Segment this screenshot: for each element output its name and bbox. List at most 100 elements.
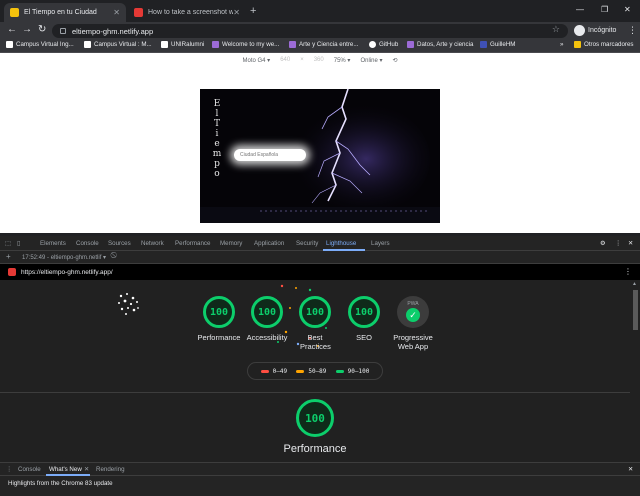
browser-menu-icon[interactable]: ⋮: [628, 25, 637, 36]
city-input[interactable]: [234, 149, 306, 161]
reload-icon[interactable]: ↻: [38, 24, 46, 35]
bookmark-label: Campus Virtual : M...: [94, 41, 152, 48]
folder-icon: [574, 41, 581, 48]
lighthouse-icon: [8, 268, 16, 276]
tab-close-icon[interactable]: ✕: [113, 8, 120, 17]
throttle-select[interactable]: Online ▾: [360, 57, 382, 64]
new-report-icon[interactable]: +: [6, 252, 11, 261]
drawer-tab-close-icon[interactable]: ✕: [84, 466, 89, 473]
bookmark-label: Welcome to my we...: [222, 41, 280, 48]
bookmarks-overflow-button[interactable]: »: [560, 41, 563, 48]
incognito-icon: [574, 25, 585, 36]
report-url[interactable]: https://eltiempo-ghm.netlify.app/: [21, 269, 113, 276]
browser-toolbar: ← → ↻ eltiempo-ghm.netlify.app ☆ Incógni…: [0, 22, 640, 40]
seo-score-gauge[interactable]: 100: [348, 296, 380, 328]
device-select[interactable]: Moto G4 ▾: [242, 57, 270, 64]
performance-score-gauge[interactable]: 100: [203, 296, 235, 328]
bookmark-item[interactable]: Campus Virtual Ing...: [6, 41, 74, 48]
bookmark-label: Arte y Ciencia entre...: [299, 41, 359, 48]
zoom-select[interactable]: 75% ▾: [334, 57, 351, 64]
performance-section-gauge: 100: [296, 399, 334, 437]
drawer-menu-icon[interactable]: ⋮: [6, 466, 12, 473]
bookmark-item[interactable]: Datos, Arte y ciencia: [407, 41, 473, 48]
site-preview: El Tiempo: [200, 89, 440, 223]
device-width[interactable]: 640: [280, 57, 290, 63]
tab-performance[interactable]: Performance: [175, 240, 210, 247]
address-bar[interactable]: eltiempo-ghm.netlify.app ☆: [52, 24, 568, 38]
devtools-menu-icon[interactable]: ⋮: [615, 240, 621, 247]
tab-console[interactable]: Console: [76, 240, 99, 247]
bookmark-label: Campus Virtual Ing...: [16, 41, 74, 48]
new-tab-icon[interactable]: +: [250, 5, 256, 17]
pwa-label: Progressive Web App: [393, 333, 433, 351]
device-toolbar: Moto G4 ▾ 640 × 360 75% ▾ Online ▾ ⟲: [0, 53, 640, 67]
drawer-close-icon[interactable]: ✕: [628, 466, 633, 473]
inspect-icon[interactable]: ⬚: [5, 240, 11, 247]
drawer-tab-console[interactable]: Console: [18, 466, 41, 473]
tab-security[interactable]: Security: [296, 240, 318, 247]
lock-icon: [60, 28, 66, 34]
accessibility-score-gauge[interactable]: 100: [251, 296, 283, 328]
scrollbar-thumb[interactable]: [633, 290, 638, 330]
check-icon: ✓: [406, 308, 420, 322]
tab-title: How to take a screenshot with h: [148, 9, 234, 16]
bookmark-label: Datos, Arte y ciencia: [417, 41, 474, 48]
restore-icon[interactable]: ❐: [601, 5, 608, 14]
bookmark-item[interactable]: UNIRalumni: [161, 41, 204, 48]
pwa-badge[interactable]: PWA ✓: [397, 296, 429, 328]
tab-layers[interactable]: Layers: [371, 240, 390, 247]
incognito-label: Incógnito: [588, 27, 617, 34]
back-icon[interactable]: ←: [7, 24, 17, 35]
tab-elements[interactable]: Elements: [40, 240, 66, 247]
section-divider: [0, 392, 630, 393]
tab-application[interactable]: Application: [254, 240, 284, 247]
other-bookmarks-folder[interactable]: Otros marcadores: [574, 41, 634, 48]
bookmark-favicon-icon: [289, 41, 296, 48]
bookmark-star-icon[interactable]: ☆: [552, 24, 560, 35]
score-legend: 0–49 50–89 90–100: [247, 362, 383, 380]
settings-gear-icon[interactable]: ⚙: [600, 240, 606, 247]
scroll-up-icon[interactable]: ▲: [632, 281, 637, 287]
bookmark-item[interactable]: GuilleHM: [480, 41, 515, 48]
legend-swatch: [335, 369, 344, 373]
tab-lighthouse[interactable]: Lighthouse: [326, 240, 356, 247]
bookmark-item[interactable]: GitHub: [369, 41, 398, 48]
report-menu-icon[interactable]: ⋮: [624, 267, 632, 276]
legend-item-good: 90–100: [335, 368, 369, 375]
bookmark-favicon-icon: [84, 41, 91, 48]
bookmarks-bar: Campus Virtual Ing... Campus Virtual : M…: [0, 40, 640, 53]
browser-tab-active[interactable]: El Tiempo en tu Ciudad ✕: [4, 3, 126, 22]
tab-network[interactable]: Network: [141, 240, 164, 247]
tab-sources[interactable]: Sources: [108, 240, 131, 247]
bookmark-favicon-icon: [407, 41, 414, 48]
tab-strip: El Tiempo en tu Ciudad ✕ How to take a s…: [0, 0, 640, 22]
drawer-tab-rendering[interactable]: Rendering: [96, 466, 125, 473]
legend-swatch: [296, 369, 305, 373]
incognito-indicator[interactable]: Incógnito: [574, 25, 616, 36]
legend-item-average: 50–89: [296, 368, 326, 375]
page-viewport: Moto G4 ▾ 640 × 360 75% ▾ Online ▾ ⟲ E l…: [0, 53, 640, 233]
bookmark-label: GuilleHM: [490, 41, 516, 48]
fireworks-icon: [118, 293, 139, 315]
best-practices-score-gauge[interactable]: 100: [299, 296, 331, 328]
rotate-icon[interactable]: ⟲: [392, 57, 397, 64]
bookmark-favicon-icon: [161, 41, 168, 48]
tab-memory[interactable]: Memory: [220, 240, 242, 247]
forward-icon[interactable]: →: [22, 24, 32, 35]
browser-tab[interactable]: How to take a screenshot with h ✕: [128, 3, 246, 22]
bookmark-item[interactable]: Welcome to my we...: [212, 41, 279, 48]
device-height[interactable]: 360: [314, 57, 324, 63]
bookmark-item[interactable]: Campus Virtual : M...: [84, 41, 152, 48]
device-toggle-icon[interactable]: ▯: [17, 240, 20, 247]
report-select[interactable]: 17:52:49 - eltiempo-ghm.netlif ▾: [22, 254, 106, 261]
tab-title: El Tiempo en tu Ciudad: [24, 9, 97, 16]
report-scrollbar[interactable]: ▲: [632, 281, 638, 460]
devtools-close-icon[interactable]: ✕: [628, 240, 633, 247]
drawer-tab-whats-new[interactable]: What's New: [49, 466, 82, 473]
bookmark-label: Otros marcadores: [584, 41, 634, 48]
tab-close-icon[interactable]: ✕: [233, 8, 240, 17]
lighthouse-report-header: https://eltiempo-ghm.netlify.app/ ⋮: [0, 264, 640, 280]
bookmark-item[interactable]: Arte y Ciencia entre...: [289, 41, 359, 48]
window-close-icon[interactable]: ✕: [624, 5, 631, 14]
minimize-icon[interactable]: —: [576, 5, 584, 14]
